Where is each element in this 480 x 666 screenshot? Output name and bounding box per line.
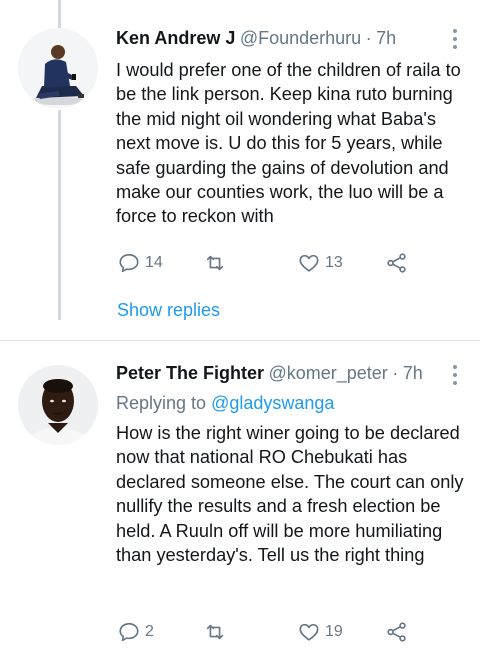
tweet-header: Ken Andrew J @Founderhuru · 7h: [116, 28, 440, 52]
reply-icon: [119, 622, 139, 642]
tweet-header: Peter The Fighter @komer_peter · 7h: [116, 363, 440, 387]
avatar[interactable]: [18, 28, 98, 108]
like-count: 13: [325, 254, 343, 271]
like-count: 19: [325, 623, 343, 640]
user-handle[interactable]: @komer_peter: [268, 363, 387, 383]
timestamp[interactable]: 7h: [403, 363, 423, 383]
avatar-image: [18, 28, 98, 108]
tweet[interactable]: Peter The Fighter @komer_peter · 7h Repl…: [0, 341, 480, 666]
more-vertical-icon[interactable]: [452, 29, 458, 51]
reply-count: 2: [145, 623, 154, 640]
tweet-text: I would prefer one of the children of ra…: [116, 60, 461, 227]
tweet-actions: 2 19: [118, 619, 418, 645]
separator-dot: ·: [392, 363, 399, 383]
avatar[interactable]: [18, 365, 98, 445]
separator-dot: ·: [365, 28, 372, 48]
retweet-button[interactable]: [204, 250, 231, 276]
like-button[interactable]: 19: [298, 619, 343, 645]
retweet-button[interactable]: [204, 619, 231, 645]
tweet[interactable]: Ken Andrew J @Founderhuru · 7h I would p…: [0, 0, 480, 340]
retweet-icon: [206, 624, 224, 640]
share-icon: [387, 253, 406, 273]
reply-button[interactable]: 14: [118, 250, 163, 276]
replying-to-label: Replying to: [116, 393, 207, 413]
replying-to: Replying to @gladyswanga: [116, 393, 334, 414]
more-vertical-icon[interactable]: [452, 365, 458, 387]
replying-to-mention[interactable]: @gladyswanga: [211, 393, 334, 413]
reply-count: 14: [145, 254, 163, 271]
thread-line: [58, 110, 61, 320]
timestamp[interactable]: 7h: [376, 28, 396, 48]
heart-icon: [299, 254, 319, 272]
like-button[interactable]: 13: [298, 250, 343, 276]
tweet-text: How is the right winer going to be decla…: [116, 423, 464, 566]
display-name[interactable]: Peter The Fighter: [116, 363, 264, 383]
share-icon: [387, 622, 406, 642]
show-replies-link[interactable]: Show replies: [117, 300, 220, 321]
user-handle[interactable]: @Founderhuru: [240, 28, 361, 48]
avatar-image: [18, 365, 98, 445]
reply-icon: [119, 253, 139, 273]
tweet-actions: 14 13: [118, 250, 418, 276]
heart-icon: [299, 623, 319, 641]
retweet-icon: [206, 255, 224, 271]
display-name[interactable]: Ken Andrew J: [116, 28, 235, 48]
share-button[interactable]: [386, 250, 408, 276]
share-button[interactable]: [386, 619, 408, 645]
reply-button[interactable]: 2: [118, 619, 154, 645]
